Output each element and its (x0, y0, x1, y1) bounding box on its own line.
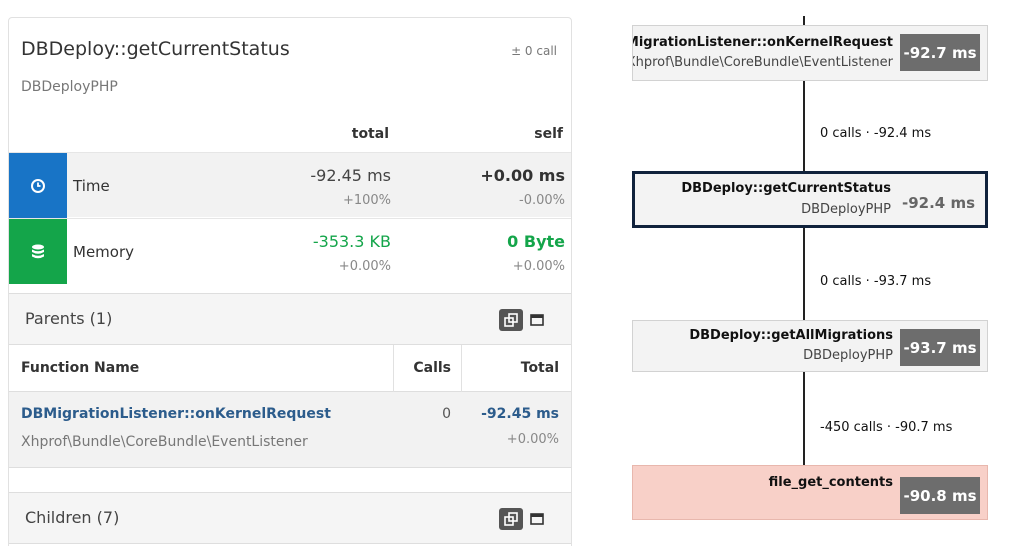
node-namespace: DBDeployPHP (803, 348, 893, 363)
memory-self: 0 Byte (507, 232, 565, 251)
time-self: +0.00 ms (480, 166, 565, 185)
function-namespace: DBDeployPHP (21, 79, 118, 95)
expand-icon[interactable] (499, 309, 523, 331)
memory-total-pct: +0.00% (338, 259, 391, 274)
expand-icon[interactable] (499, 508, 523, 530)
header-total: total (351, 126, 389, 142)
node-time: -92.4 ms (901, 194, 975, 212)
function-detail-panel: DBDeploy::getCurrentStatus ± 0 call DBDe… (8, 17, 572, 546)
window-icon[interactable] (525, 309, 549, 331)
time-total: -92.45 ms (310, 166, 391, 185)
memory-self-pct: +0.00% (512, 259, 565, 274)
graph-edge (803, 16, 805, 25)
graph-edge (803, 81, 805, 171)
column-total[interactable]: Total (521, 360, 559, 376)
column-divider (393, 345, 394, 392)
column-calls[interactable]: Calls (413, 360, 451, 376)
column-function-name[interactable]: Function Name (21, 360, 139, 376)
graph-node-parent[interactable]: DBMigrationListener::onKernelRequest Xhp… (632, 25, 988, 81)
node-function-name: DBDeploy::getAllMigrations (689, 328, 893, 343)
header-self: self (534, 126, 563, 142)
graph-node-current[interactable]: DBDeploy::getCurrentStatus DBDeployPHP -… (632, 171, 988, 228)
metric-row-time: Time -92.45 ms +100% +0.00 ms -0.00% (9, 152, 571, 218)
graph-edge (803, 372, 805, 465)
column-divider (461, 345, 462, 392)
clock-icon (9, 153, 67, 218)
graph-node-hot[interactable]: file_get_contents -90.8 ms (632, 465, 988, 520)
parent-total: -92.45 ms (481, 406, 559, 422)
time-total-pct: +100% (342, 193, 391, 208)
table-row[interactable]: DBMigrationListener::onKernelRequest Xhp… (9, 392, 571, 468)
edge-label: 0 calls · -93.7 ms (820, 274, 932, 289)
memory-total: -353.3 KB (312, 232, 391, 251)
edge-label: 0 calls · -92.4 ms (820, 126, 932, 141)
children-title: Children (7) (25, 508, 120, 527)
graph-node-child[interactable]: DBDeploy::getAllMigrations DBDeployPHP -… (632, 320, 988, 372)
time-self-pct: -0.00% (519, 193, 565, 208)
metric-label-memory: Memory (73, 243, 135, 261)
node-function-name: DBDeploy::getCurrentStatus (681, 181, 891, 196)
parents-section-header[interactable]: Parents (1) (9, 293, 571, 345)
parent-calls: 0 (442, 406, 451, 422)
node-time-badge: -92.7 ms (900, 34, 980, 71)
metric-label-time: Time (73, 177, 110, 195)
function-title: DBDeploy::getCurrentStatus (21, 38, 290, 60)
node-namespace: DBDeployPHP (801, 202, 891, 217)
edge-label: -450 calls · -90.7 ms (820, 420, 953, 435)
metric-row-memory: Memory -353.3 KB +0.00% 0 Byte +0.00% (9, 218, 571, 284)
call-diff: ± 0 call (511, 44, 557, 58)
node-function-name: DBMigrationListener::onKernelRequest (632, 35, 893, 50)
window-icon[interactable] (525, 508, 549, 530)
parent-total-pct: +0.00% (506, 432, 559, 447)
children-section-header[interactable]: Children (7) (9, 492, 571, 544)
node-time-badge: -93.7 ms (900, 329, 980, 366)
parent-function-namespace: Xhprof\Bundle\CoreBundle\EventListener (21, 434, 308, 450)
node-function-name: file_get_contents (768, 475, 893, 490)
node-time-badge: -90.8 ms (900, 477, 980, 514)
parents-table-header: Function Name Calls Total (9, 345, 571, 392)
database-icon (9, 219, 67, 284)
node-namespace: Xhprof\Bundle\CoreBundle\EventListener (632, 55, 893, 70)
parents-title: Parents (1) (25, 309, 113, 328)
graph-edge (803, 228, 805, 320)
parent-function-link[interactable]: DBMigrationListener::onKernelRequest (21, 406, 331, 422)
